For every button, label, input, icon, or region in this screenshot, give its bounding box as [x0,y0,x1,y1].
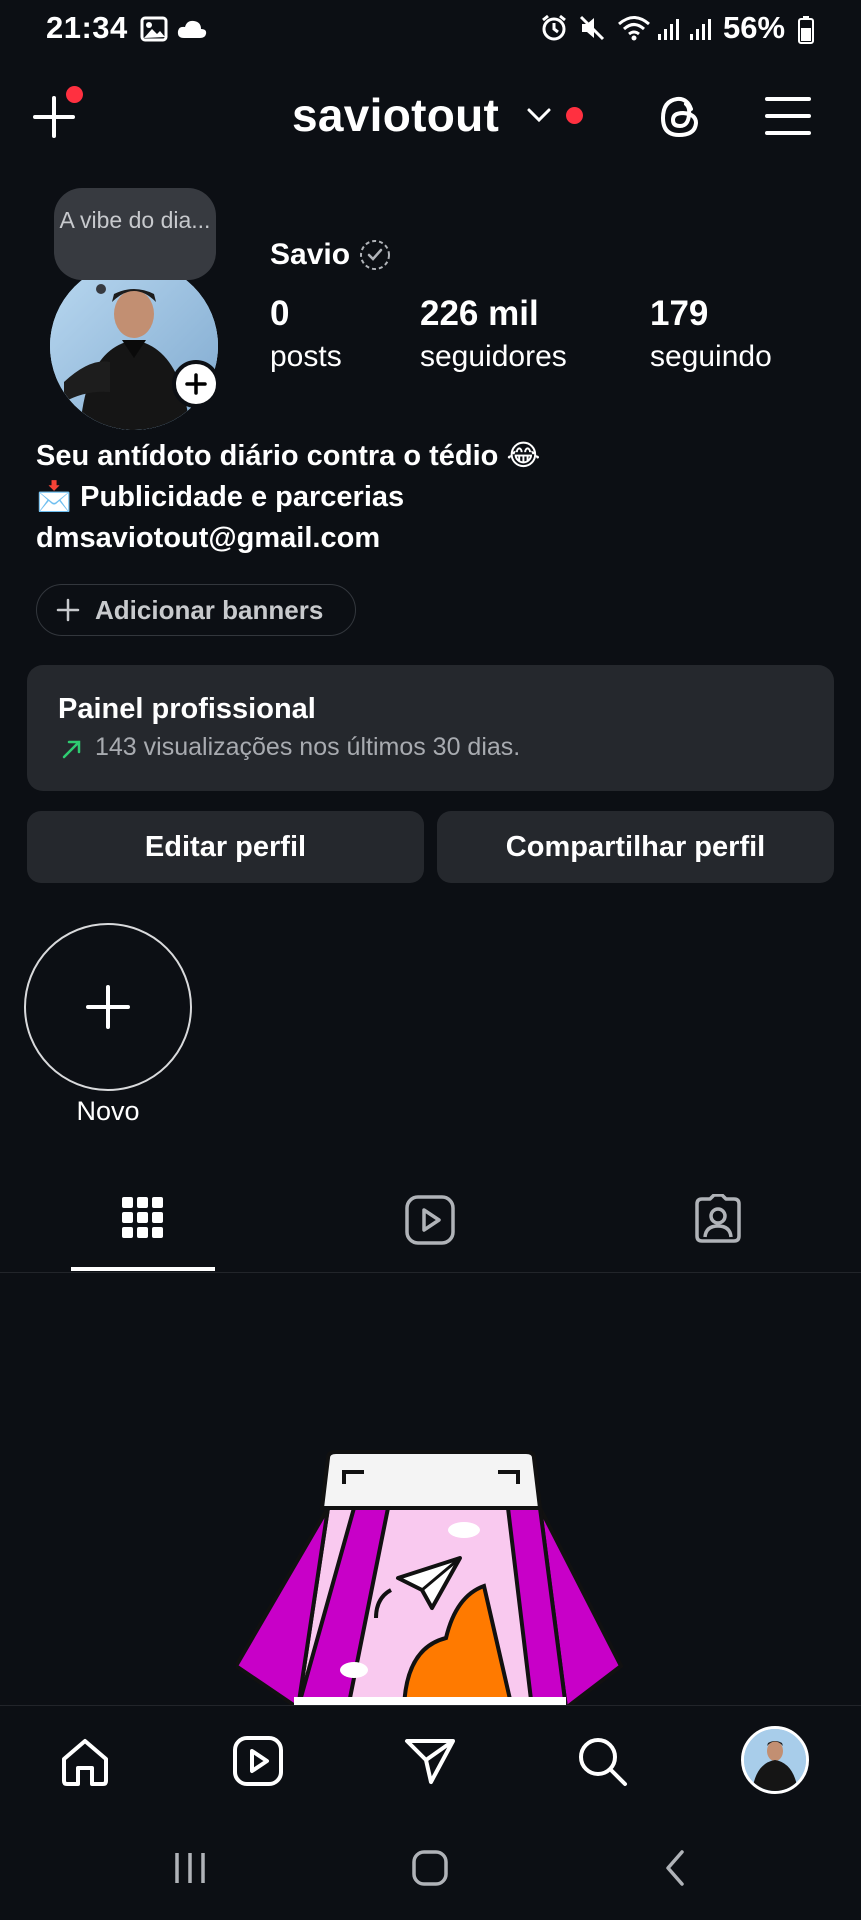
note-bubble[interactable]: A vibe do dia... [54,188,216,280]
stat-followers[interactable]: 226 mil seguidores [420,294,567,374]
signal-icon [690,19,711,40]
add-story-button[interactable] [172,360,220,408]
panel-subtitle: 143 visualizações nos últimos 30 dias. [95,733,521,761]
plus-icon [185,373,207,395]
alarm-icon [542,14,566,41]
direct-icon[interactable] [403,1734,457,1788]
profile-photo [744,1729,806,1791]
signal-icon [658,19,679,40]
new-highlight-button[interactable] [24,923,192,1091]
panel-title: Painel profissional [58,693,316,725]
empty-state-illustration [236,1450,624,1708]
stat-label: seguindo [650,340,772,373]
username-title[interactable]: saviotout [292,88,499,142]
stat-following[interactable]: 179 seguindo [650,294,772,374]
home-button-icon[interactable] [410,1848,450,1888]
share-profile-label: Compartilhar perfil [505,830,766,863]
stat-label: seguidores [420,340,567,373]
status-time: 21:34 [46,10,128,45]
trend-up-icon [62,740,81,759]
system-nav-bar [0,1812,861,1920]
edit-profile-button[interactable]: Editar perfil [27,811,424,883]
status-bar: 21:34 56% [0,0,861,60]
grid-icon[interactable] [121,1196,165,1240]
stat-posts[interactable]: 0 posts [270,294,342,374]
battery-percent: 56% [723,10,786,45]
back-icon[interactable] [656,1848,696,1888]
threads-icon[interactable] [655,92,705,142]
wifi-icon [618,16,650,41]
chevron-down-icon[interactable] [526,106,552,124]
image-icon [140,16,168,42]
bio-line: Seu antídoto diário contra o tédio 😂 [36,440,541,472]
recent-apps-icon[interactable] [170,1848,210,1888]
plus-icon [56,598,80,622]
note-bubble-tail [96,284,106,294]
bio-email-link[interactable]: dmsaviotout@gmail.com [36,518,540,559]
search-icon[interactable] [575,1734,629,1788]
professional-dashboard[interactable]: Painel profissional 143 visualizações no… [27,665,834,791]
reels-icon[interactable] [231,1734,285,1788]
bio-line: 📩 Publicidade e parcerias [36,481,405,513]
bottom-nav-divider [0,1705,861,1706]
bio: Seu antídoto diário contra o tédio 😂 📩 P… [36,436,540,559]
new-highlight-label: Novo [76,1096,140,1126]
home-icon[interactable] [58,1735,112,1789]
stat-value: 226 mil [420,294,539,333]
profile-name: Savio [270,238,351,271]
stat-label: posts [270,340,342,373]
reels-icon[interactable] [404,1194,456,1246]
cloud-icon [177,20,207,38]
battery-icon [798,16,814,44]
tab-divider [0,1272,861,1273]
note-text: A vibe do dia... [59,207,211,233]
stat-value: 0 [270,294,290,333]
notification-dot [66,86,83,103]
notification-dot [566,107,583,124]
add-banners-label: Adicionar banners [95,595,324,625]
plus-icon [86,985,130,1029]
edit-profile-label: Editar perfil [144,830,307,863]
add-banners-button[interactable]: Adicionar banners [36,584,356,636]
stat-value: 179 [650,294,709,333]
tab-active-indicator [71,1267,215,1271]
share-profile-button[interactable]: Compartilhar perfil [437,811,834,883]
verified-badge-icon[interactable] [358,238,392,272]
profile-avatar[interactable] [741,1726,809,1794]
menu-icon[interactable] [764,94,812,138]
mute-icon [579,15,605,41]
tagged-icon[interactable] [692,1194,744,1246]
